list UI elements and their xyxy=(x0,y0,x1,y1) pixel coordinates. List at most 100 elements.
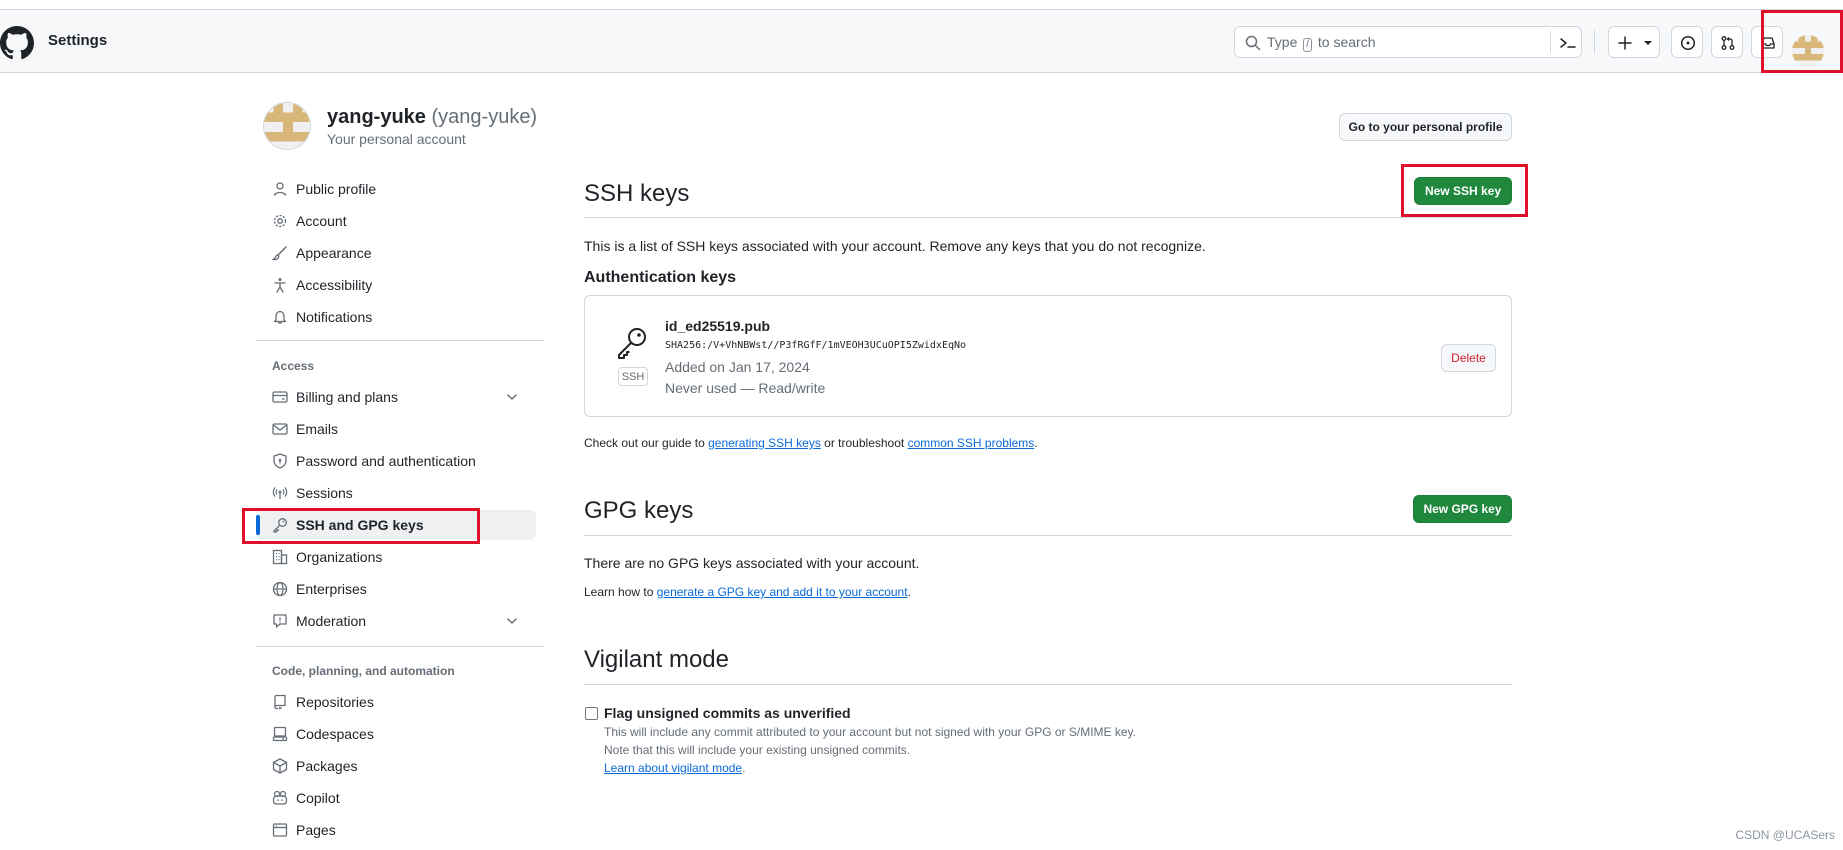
sidebar-item-label: Organizations xyxy=(296,549,383,565)
new-gpg-key-button[interactable]: New GPG key xyxy=(1413,495,1512,523)
sidebar-item-label: Notifications xyxy=(296,309,373,325)
chevron-down-icon[interactable] xyxy=(504,613,520,629)
mail-icon xyxy=(272,423,288,435)
sidebar-item-notifications[interactable]: Notifications xyxy=(256,302,536,332)
sidebar-item-public-profile[interactable]: Public profile xyxy=(256,174,536,204)
paintbrush-icon xyxy=(272,246,287,261)
profile-avatar[interactable] xyxy=(263,102,311,150)
pull-requests-icon xyxy=(1721,36,1735,50)
sidebar-item-pages[interactable]: Pages xyxy=(256,815,536,845)
person-icon xyxy=(273,182,287,196)
sidebar-item-enterprises[interactable]: Enterprises xyxy=(256,574,536,604)
sidebar-item-label: Accessibility xyxy=(296,277,373,293)
issues-button[interactable] xyxy=(1671,26,1703,58)
top-header: Settings Type / to search xyxy=(0,10,1843,73)
command-palette-icon[interactable] xyxy=(1559,35,1577,51)
key-icon xyxy=(618,328,646,359)
plus-icon xyxy=(1618,36,1632,50)
common-ssh-problems-link[interactable]: common SSH problems xyxy=(908,436,1035,450)
sidebar-item-organizations[interactable]: Organizations xyxy=(256,542,536,572)
generating-ssh-keys-link[interactable]: generating SSH keys xyxy=(708,436,821,450)
sidebar-item-label: Repositories xyxy=(296,694,374,710)
flag-unsigned-commits-label[interactable]: Flag unsigned commits as unverified xyxy=(604,705,851,721)
report-icon xyxy=(273,614,287,628)
sidebar-item-label: Enterprises xyxy=(296,581,367,597)
sidebar-item-label: Sessions xyxy=(296,485,353,501)
gpg-empty-text: There are no GPG keys associated with yo… xyxy=(584,555,920,571)
browser-icon xyxy=(272,823,288,837)
section-divider xyxy=(584,684,1512,685)
bell-icon xyxy=(273,310,287,324)
sidebar-item-billing[interactable]: Billing and plans xyxy=(256,382,536,412)
broadcast-icon xyxy=(272,487,288,499)
sidebar-item-copilot[interactable]: Copilot xyxy=(256,783,536,813)
section-divider xyxy=(584,217,1512,218)
sidebar-item-label: Moderation xyxy=(296,613,367,629)
ssh-keys-title: SSH keys xyxy=(584,180,690,207)
ssh-key-usage: Never used — Read/write xyxy=(665,380,826,396)
codespaces-icon xyxy=(272,726,288,742)
go-to-profile-button[interactable]: Go to your personal profile xyxy=(1339,113,1512,141)
sidebar-item-password-authentication[interactable]: Password and authentication xyxy=(256,446,536,476)
ssh-description: This is a list of SSH keys associated wi… xyxy=(584,238,1206,254)
sidebar-item-emails[interactable]: Emails xyxy=(256,414,536,444)
flag-unsigned-commits-checkbox[interactable] xyxy=(585,707,598,720)
sidebar-item-appearance[interactable]: Appearance xyxy=(256,238,536,268)
search-input[interactable]: Type / to search xyxy=(1234,26,1582,58)
sidebar-item-label: Copilot xyxy=(296,790,340,806)
sidebar-item-moderation[interactable]: Moderation xyxy=(256,606,536,636)
vigilant-mode-title: Vigilant mode xyxy=(584,646,729,673)
search-shortcut-key: / xyxy=(1303,38,1313,52)
vigilant-mode-link[interactable]: Learn about vigilant mode xyxy=(604,761,742,775)
header-separator xyxy=(1594,30,1595,54)
highlight-box-new-ssh-key xyxy=(1401,164,1528,217)
search-icon xyxy=(1245,35,1261,51)
ssh-key-added-date: Added on Jan 17, 2024 xyxy=(665,359,810,375)
vigilant-note-2: Note that this will include your existin… xyxy=(604,743,911,757)
package-icon xyxy=(272,758,288,774)
sidebar-item-label: Password and authentication xyxy=(296,453,476,469)
sidebar-item-label: Billing and plans xyxy=(296,389,398,405)
delete-ssh-key-button[interactable]: Delete xyxy=(1441,344,1496,372)
profile-handle: (yang-yuke) xyxy=(431,106,538,128)
sidebar-item-accessibility[interactable]: Accessibility xyxy=(256,270,536,300)
profile-name[interactable]: yang-yuke (yang-yuke) xyxy=(327,106,537,129)
repo-icon xyxy=(274,694,286,710)
header-title[interactable]: Settings xyxy=(48,32,107,49)
identicon-avatar-icon xyxy=(264,103,310,149)
sidebar-item-account[interactable]: Account xyxy=(256,206,536,236)
create-new-button[interactable] xyxy=(1608,26,1660,58)
sidebar-item-packages[interactable]: Packages xyxy=(256,751,536,781)
sidebar-item-label: Appearance xyxy=(296,245,372,261)
ssh-key-card: SSH id_ed25519.pub SHA256:/V+VhNBWst//P3… xyxy=(584,295,1512,417)
ssh-badge: SSH xyxy=(618,367,648,386)
credit-card-icon xyxy=(272,391,288,403)
sidebar-item-label: Packages xyxy=(296,758,358,774)
watermark: CSDN @UCASers xyxy=(1735,828,1835,842)
github-logo-icon[interactable] xyxy=(0,26,34,60)
triangle-down-icon xyxy=(1644,41,1652,45)
issues-icon xyxy=(1680,35,1696,51)
gpg-keys-title: GPG keys xyxy=(584,497,694,524)
search-divider xyxy=(1550,31,1551,53)
sidebar-item-sessions[interactable]: Sessions xyxy=(256,478,536,508)
sidebar-item-codespaces[interactable]: Codespaces xyxy=(256,719,536,749)
copilot-icon xyxy=(272,790,288,805)
ssh-key-fingerprint: SHA256:/V+VhNBWst//P3fRGfF/1mVEOH3UCuOPI… xyxy=(665,340,967,351)
highlight-box-ssh-gpg xyxy=(242,508,480,544)
generate-gpg-key-link[interactable]: generate a GPG key and add it to your ac… xyxy=(657,585,908,599)
organization-icon xyxy=(272,549,288,565)
search-placeholder: Type / to search xyxy=(1267,34,1376,52)
sidebar-divider xyxy=(256,646,544,647)
sidebar-item-repositories[interactable]: Repositories xyxy=(256,687,536,717)
pull-requests-button[interactable] xyxy=(1711,26,1743,58)
chevron-down-icon[interactable] xyxy=(504,389,520,405)
sidebar-divider xyxy=(256,340,544,341)
vigilant-learn-text: Learn about vigilant mode. xyxy=(604,761,746,775)
section-divider xyxy=(584,535,1512,536)
globe-icon xyxy=(272,581,288,597)
accessibility-icon xyxy=(274,278,286,293)
ssh-key-name: id_ed25519.pub xyxy=(665,318,771,334)
sidebar-item-label: Pages xyxy=(296,822,336,838)
vigilant-note-1: This will include any commit attributed … xyxy=(604,725,1137,739)
